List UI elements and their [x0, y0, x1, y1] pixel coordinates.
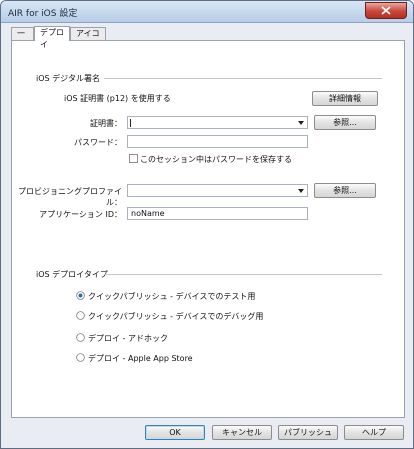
section-divider — [104, 78, 382, 79]
radio-test-selected[interactable] — [76, 291, 85, 300]
cert-label: 証明書： — [90, 119, 122, 128]
help-button[interactable]: ヘルプ — [344, 425, 404, 440]
section-divider — [104, 274, 382, 275]
radio-appstore-label[interactable]: デプロイ - Apple App Store — [88, 353, 193, 364]
profile-browse-button[interactable]: 参照... — [314, 183, 376, 198]
appid-field[interactable]: noName — [127, 207, 308, 220]
close-icon — [381, 6, 391, 15]
use-cert-text: iOS 証明書 (p12) を使用する — [64, 94, 171, 103]
chevron-down-icon — [298, 121, 304, 125]
profile-label: プロビジョニングプロファイル： — [18, 187, 122, 207]
window-title: AIR for iOS 設定 — [8, 9, 78, 19]
title-bar[interactable]: AIR for iOS 設定 — [1, 1, 413, 23]
cert-browse-button[interactable]: 参照... — [314, 115, 376, 130]
settings-dialog: AIR for iOS 設定 一般 デプロイ アイコン iOS デジタル署名 i… — [0, 0, 414, 449]
signing-section-title: iOS デジタル署名 — [36, 74, 100, 83]
tab-general[interactable]: 一般 — [11, 27, 34, 50]
details-button[interactable]: 詳細情報 — [312, 91, 378, 106]
ok-button[interactable]: OK — [145, 425, 205, 440]
radio-test-label[interactable]: クイックパブリッシュ - デバイスでのテスト用 — [88, 291, 255, 302]
radio-appstore[interactable] — [76, 353, 85, 362]
deploy-type-section-title: iOS デプロイタイプ — [36, 270, 108, 279]
text-cursor — [130, 119, 131, 127]
radio-debug-label[interactable]: クイックパブリッシュ - デバイスでのデバッグ用 — [88, 311, 263, 322]
cert-dropdown[interactable] — [127, 116, 308, 129]
deploy-panel: iOS デジタル署名 iOS 証明書 (p12) を使用する 詳細情報 証明書：… — [11, 40, 405, 418]
cancel-button[interactable]: キャンセル — [212, 425, 272, 440]
appid-label: アプリケーション ID： — [39, 210, 122, 219]
radio-debug[interactable] — [76, 311, 85, 320]
close-button[interactable] — [365, 2, 407, 19]
password-label: パスワード： — [74, 138, 122, 147]
radio-adhoc[interactable] — [76, 333, 85, 342]
publish-button[interactable]: パブリッシュ — [278, 425, 338, 440]
chevron-down-icon — [298, 189, 304, 193]
remember-password-checkbox[interactable] — [129, 154, 138, 163]
password-field[interactable] — [127, 135, 308, 148]
remember-password-label: このセッション中はパスワードを保存する — [140, 155, 292, 164]
tab-deploy[interactable]: デプロイ — [34, 26, 70, 49]
tab-icons[interactable]: アイコン — [70, 27, 106, 50]
radio-adhoc-label[interactable]: デプロイ - アドホック — [88, 333, 168, 344]
profile-dropdown[interactable] — [127, 184, 308, 197]
